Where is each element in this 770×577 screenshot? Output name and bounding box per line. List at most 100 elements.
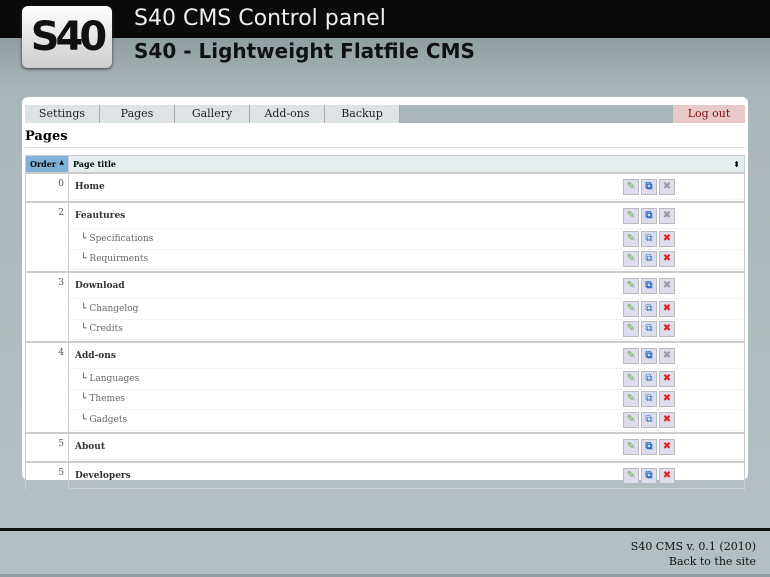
- page-group: 5 About ✎ ⧉ ✖: [25, 432, 745, 462]
- logo: S40: [22, 6, 112, 68]
- nav-tabs: Settings Pages Gallery Add-ons Backup Lo…: [25, 105, 745, 123]
- title-cell: Developers ✎ ⧉ ✖: [68, 461, 745, 490]
- tab-pages[interactable]: Pages: [100, 105, 175, 123]
- delete-icon: ✖: [659, 278, 675, 294]
- delete-icon[interactable]: ✖: [659, 230, 675, 247]
- page-name[interactable]: About: [75, 442, 623, 452]
- sort-icon: ⬍: [733, 159, 740, 169]
- column-page-title[interactable]: Page title ⬍: [68, 155, 745, 174]
- page-row: └ Languages ✎ ⧉ ✖: [70, 369, 743, 390]
- copy-icon[interactable]: ⧉: [641, 278, 657, 294]
- page-row: Home ✎ ⧉ ✖: [70, 175, 743, 200]
- site-subtitle: S40 - Lightweight Flatfile CMS: [134, 39, 475, 63]
- page-row: └ Credits ✎ ⧉ ✖: [70, 320, 743, 340]
- edit-icon[interactable]: ✎: [623, 300, 639, 317]
- copy-icon[interactable]: ⧉: [641, 391, 657, 408]
- copy-icon[interactable]: ⧉: [641, 321, 657, 338]
- page-group: 0 Home ✎ ⧉ ✖: [25, 173, 745, 202]
- delete-icon[interactable]: ✖: [659, 391, 675, 408]
- title-cell: Download ✎ ⧉ ✖ └ Changelog ✎ ⧉ ✖ └ Credits ✎ ⧉ ✖: [68, 272, 745, 342]
- copy-icon[interactable]: ⧉: [641, 300, 657, 317]
- delete-icon: ✖: [659, 348, 675, 364]
- delete-icon[interactable]: ✖: [659, 370, 675, 387]
- page-name[interactable]: Credits: [89, 324, 623, 334]
- child-indent-icon: └: [81, 233, 87, 244]
- page-row: Add-ons ✎ ⧉ ✖: [70, 344, 743, 369]
- copy-icon[interactable]: ⧉: [641, 370, 657, 387]
- copy-icon[interactable]: ⧉: [641, 467, 657, 484]
- page-row: └ Themes ✎ ⧉ ✖: [70, 390, 743, 410]
- edit-icon[interactable]: ✎: [623, 411, 639, 428]
- page-name[interactable]: Requirments: [89, 254, 623, 264]
- delete-icon[interactable]: ✖: [659, 467, 675, 484]
- edit-icon[interactable]: ✎: [623, 370, 639, 387]
- child-indent-icon: └: [81, 373, 87, 384]
- tab-settings[interactable]: Settings: [25, 105, 100, 123]
- edit-icon[interactable]: ✎: [623, 230, 639, 247]
- child-indent-icon: └: [81, 324, 87, 335]
- order-cell: 5: [25, 432, 69, 462]
- page-row: └ Specifications ✎ ⧉ ✖: [70, 229, 743, 250]
- edit-icon[interactable]: ✎: [623, 278, 639, 294]
- page-name[interactable]: Themes: [89, 394, 623, 404]
- delete-icon[interactable]: ✖: [659, 321, 675, 338]
- column-label: Order: [30, 159, 57, 169]
- order-cell: 2: [25, 202, 69, 272]
- title-cell: Home ✎ ⧉ ✖: [68, 173, 745, 202]
- copy-icon[interactable]: ⧉: [641, 411, 657, 428]
- order-cell: 3: [25, 272, 69, 342]
- edit-icon[interactable]: ✎: [623, 391, 639, 408]
- copy-icon[interactable]: ⧉: [641, 438, 657, 455]
- delete-icon[interactable]: ✖: [659, 438, 675, 455]
- page-name[interactable]: Feautures: [75, 211, 623, 221]
- page-row: About ✎ ⧉ ✖: [70, 435, 743, 460]
- pages-table: Order ▲ Page title ⬍ 0 Home ✎ ⧉ ✖ 2 Feautures …: [25, 155, 745, 490]
- page-title: Pages: [25, 129, 68, 144]
- copy-icon[interactable]: ⧉: [641, 251, 657, 268]
- tab-addons[interactable]: Add-ons: [250, 105, 325, 123]
- page-group: 4 Add-ons ✎ ⧉ ✖ └ Languages ✎ ⧉ ✖ └ Themes ✎ ⧉ ✖ └ Ga…: [25, 342, 745, 433]
- edit-icon[interactable]: ✎: [623, 348, 639, 364]
- child-indent-icon: └: [81, 394, 87, 405]
- divider: [25, 147, 745, 148]
- edit-icon[interactable]: ✎: [623, 208, 639, 224]
- page-name[interactable]: Download: [75, 281, 623, 291]
- copy-icon[interactable]: ⧉: [641, 348, 657, 364]
- page-name[interactable]: Gadgets: [89, 415, 623, 425]
- delete-icon[interactable]: ✖: [659, 300, 675, 317]
- page-group: 2 Feautures ✎ ⧉ ✖ └ Specifications ✎ ⧉ ✖ └ Requir…: [25, 202, 745, 272]
- edit-icon[interactable]: ✎: [623, 467, 639, 484]
- tab-gallery[interactable]: Gallery: [175, 105, 250, 123]
- delete-icon[interactable]: ✖: [659, 411, 675, 428]
- back-to-site-link[interactable]: Back to the site: [0, 554, 770, 569]
- page-name[interactable]: Specifications: [89, 234, 623, 244]
- page-row: └ Changelog ✎ ⧉ ✖: [70, 299, 743, 320]
- page-name[interactable]: Home: [75, 182, 623, 192]
- delete-icon[interactable]: ✖: [659, 251, 675, 268]
- order-cell: 4: [25, 342, 69, 433]
- footer: S40 CMS v. 0.1 (2010) Back to the site: [0, 528, 770, 577]
- logo-text: S40: [30, 14, 108, 60]
- page-row: └ Gadgets ✎ ⧉ ✖: [70, 410, 743, 431]
- page-name[interactable]: Languages: [89, 374, 623, 384]
- edit-icon[interactable]: ✎: [623, 251, 639, 268]
- page-group: 3 Download ✎ ⧉ ✖ └ Changelog ✎ ⧉ ✖ └ Credits ✎ ⧉ ✖: [25, 272, 745, 342]
- order-cell: 5: [25, 461, 69, 490]
- copy-icon[interactable]: ⧉: [641, 230, 657, 247]
- logout-button[interactable]: Log out: [673, 105, 745, 123]
- child-indent-icon: └: [81, 414, 87, 425]
- app-title: S40 CMS Control panel: [134, 6, 386, 31]
- page-name[interactable]: Changelog: [89, 304, 623, 314]
- sort-asc-icon: ▲: [59, 159, 64, 166]
- tab-backup[interactable]: Backup: [325, 105, 400, 123]
- page-name[interactable]: Add-ons: [75, 351, 623, 361]
- copy-icon[interactable]: ⧉: [641, 179, 657, 195]
- edit-icon[interactable]: ✎: [623, 321, 639, 338]
- copy-icon[interactable]: ⧉: [641, 208, 657, 224]
- edit-icon[interactable]: ✎: [623, 438, 639, 455]
- page-name[interactable]: Developers: [75, 471, 623, 481]
- page-row: └ Requirments ✎ ⧉ ✖: [70, 250, 743, 270]
- edit-icon[interactable]: ✎: [623, 179, 639, 195]
- child-indent-icon: └: [81, 254, 87, 265]
- column-order[interactable]: Order ▲: [25, 155, 69, 174]
